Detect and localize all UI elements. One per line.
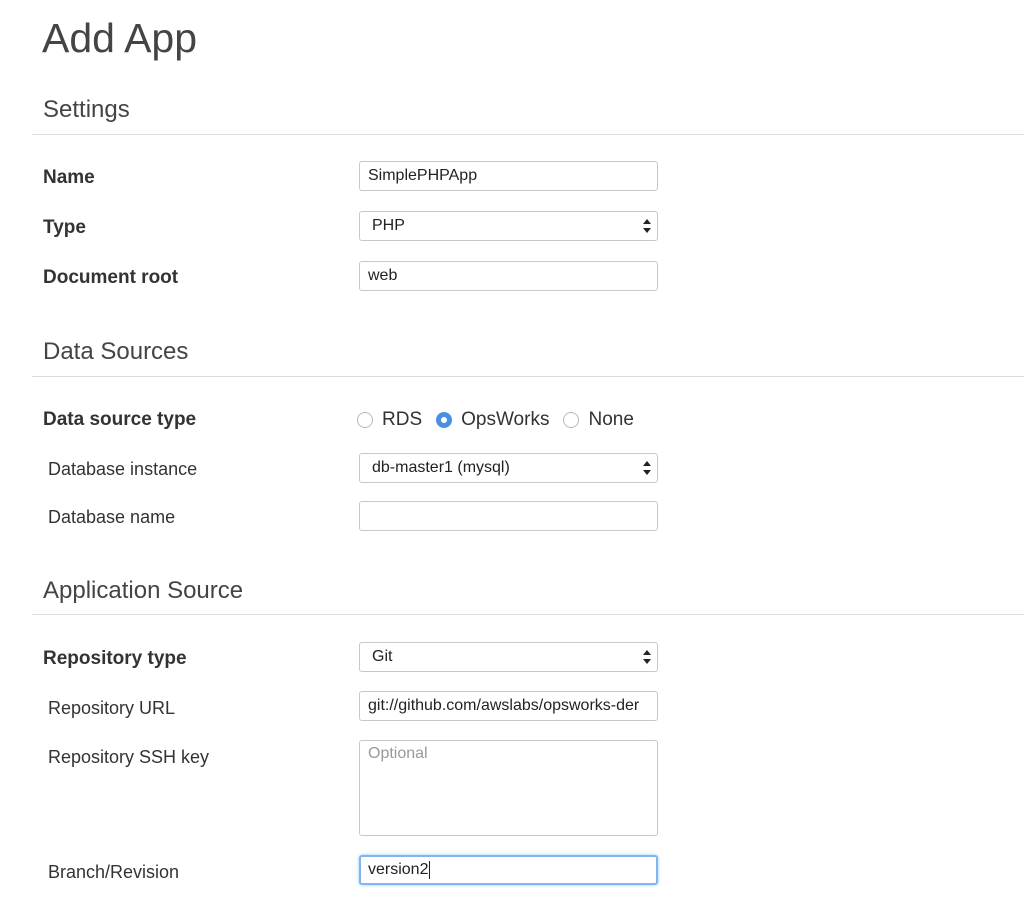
data-sources-divider (32, 376, 1024, 377)
database-name-input[interactable] (359, 501, 658, 531)
type-label: Type (43, 217, 86, 238)
branch-revision-value: version2 (368, 861, 429, 878)
database-instance-label: Database instance (48, 459, 198, 479)
data-sources-heading: Data Sources (43, 338, 189, 365)
database-instance-select[interactable]: db-master1 (mysql) (359, 453, 658, 483)
application-source-divider (32, 614, 1024, 615)
branch-revision-input[interactable]: version2 (359, 855, 658, 885)
database-name-label: Database name (48, 507, 176, 527)
name-label: Name (43, 167, 95, 188)
settings-heading: Settings (43, 96, 130, 123)
radio-opsworks-label[interactable]: OpsWorks (461, 409, 549, 431)
radio-none-label[interactable]: None (588, 409, 633, 431)
application-source-heading: Application Source (43, 577, 244, 604)
type-select-value: PHP (372, 217, 405, 234)
radio-none[interactable] (563, 412, 580, 428)
data-source-type-radio-group: RDS OpsWorks None (357, 407, 648, 433)
radio-rds-label[interactable]: RDS (382, 409, 422, 431)
database-instance-value: db-master1 (mysql) (372, 459, 510, 476)
repository-url-label: Repository URL (48, 698, 176, 718)
select-arrows-icon (643, 650, 651, 664)
repository-type-label: Repository type (43, 648, 187, 669)
data-source-type-label: Data source type (43, 409, 197, 430)
branch-revision-label: Branch/Revision (48, 862, 180, 882)
settings-divider (32, 134, 1024, 135)
repository-url-input[interactable]: git://github.com/awslabs/opsworks-der (359, 691, 658, 721)
select-arrows-icon (643, 461, 651, 475)
radio-rds[interactable] (357, 412, 373, 428)
page-title: Add App (42, 15, 198, 61)
select-arrows-icon (643, 219, 651, 233)
document-root-input[interactable]: web (359, 261, 658, 291)
text-caret (429, 860, 431, 879)
radio-opsworks[interactable] (436, 412, 453, 428)
repository-ssh-key-label: Repository SSH key (48, 747, 210, 767)
repository-type-select[interactable]: Git (359, 642, 658, 672)
repository-ssh-key-textarea[interactable]: Optional (359, 740, 658, 836)
name-input[interactable]: SimplePHPApp (359, 161, 658, 191)
repository-type-value: Git (372, 648, 393, 665)
type-select[interactable]: PHP (359, 211, 658, 241)
document-root-label: Document root (43, 267, 179, 288)
